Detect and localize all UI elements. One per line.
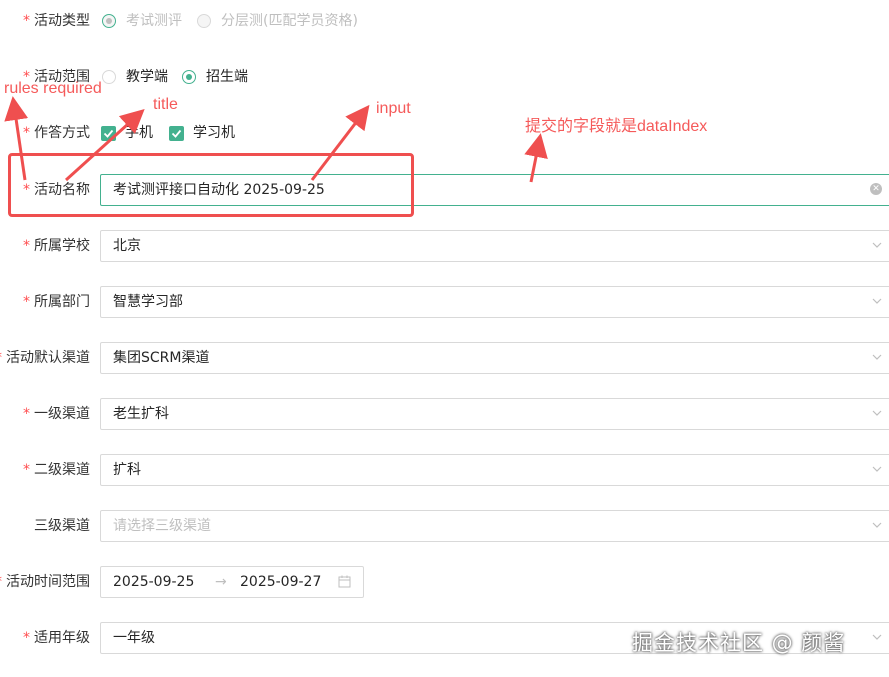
check-icon (101, 126, 116, 141)
school-label: * 所属学校 (23, 238, 90, 254)
department-row: * 所属部门 智慧学习部 (0, 286, 889, 318)
activity-scope-row: * 活动范围 教学端 招生端 (0, 61, 889, 93)
annotation-highlight-box (8, 153, 414, 217)
level3-channel-label: 三级渠道 (34, 518, 90, 534)
radio-circle-icon (102, 70, 116, 84)
time-range-row: *活动时间范围 2025-09-25 → 2025-09-27 (0, 566, 889, 598)
level3-channel-select[interactable]: 请选择三级渠道 (100, 510, 889, 542)
chevron-down-icon (872, 466, 882, 472)
chevron-down-icon (872, 634, 882, 640)
chevron-down-icon (872, 410, 882, 416)
start-date-input[interactable]: 2025-09-25 (113, 567, 194, 597)
radio-circle-icon (102, 14, 116, 28)
default-channel-select[interactable]: 集团SCRM渠道 (100, 342, 889, 374)
date-range-picker[interactable]: 2025-09-25 → 2025-09-27 (100, 566, 364, 598)
activity-type-row: * 活动类型 考试测评 分层测(匹配学员资格) (0, 5, 889, 37)
watermark: 掘金技术社区 @ 颜酱 (632, 631, 846, 655)
department-select[interactable]: 智慧学习部 (100, 286, 889, 318)
level1-channel-select[interactable]: 老生扩科 (100, 398, 889, 430)
chevron-down-icon (872, 354, 882, 360)
department-label: * 所属部门 (23, 294, 90, 310)
range-arrow-icon: → (215, 574, 227, 590)
default-channel-row: *活动默认渠道 集团SCRM渠道 (0, 342, 889, 374)
radio-circle-icon (182, 70, 196, 84)
chevron-down-icon (872, 242, 882, 248)
radio-circle-icon (197, 14, 211, 28)
annotation-rules: rules required (4, 80, 102, 97)
calendar-icon (338, 575, 351, 588)
annotation-dataindex: 提交的字段就是dataIndex (525, 118, 708, 135)
annotation-input: input (376, 100, 411, 117)
activity-type-label: * 活动类型 (23, 13, 90, 29)
default-channel-label: *活动默认渠道 (0, 350, 90, 366)
check-icon (169, 126, 184, 141)
annotation-title: title (153, 96, 178, 113)
clear-icon[interactable]: ✕ (870, 183, 882, 195)
end-date-input[interactable]: 2025-09-27 (240, 567, 321, 597)
school-row: * 所属学校 北京 (0, 230, 889, 262)
level2-channel-label: * 二级渠道 (23, 462, 90, 478)
level3-channel-row: 三级渠道 请选择三级渠道 (0, 510, 889, 542)
chevron-down-icon (872, 522, 882, 528)
time-range-label: *活动时间范围 (0, 574, 90, 590)
level2-channel-row: * 二级渠道 扩科 (0, 454, 889, 486)
chevron-down-icon (872, 298, 882, 304)
level1-channel-row: * 一级渠道 老生扩科 (0, 398, 889, 430)
level2-channel-select[interactable]: 扩科 (100, 454, 889, 486)
answer-method-label: * 作答方式 (23, 125, 90, 141)
grade-label: * 适用年级 (23, 630, 90, 646)
level1-channel-label: * 一级渠道 (23, 406, 90, 422)
school-select[interactable]: 北京 (100, 230, 889, 262)
answer-method-row: * 作答方式 手机 学习机 (0, 117, 889, 149)
